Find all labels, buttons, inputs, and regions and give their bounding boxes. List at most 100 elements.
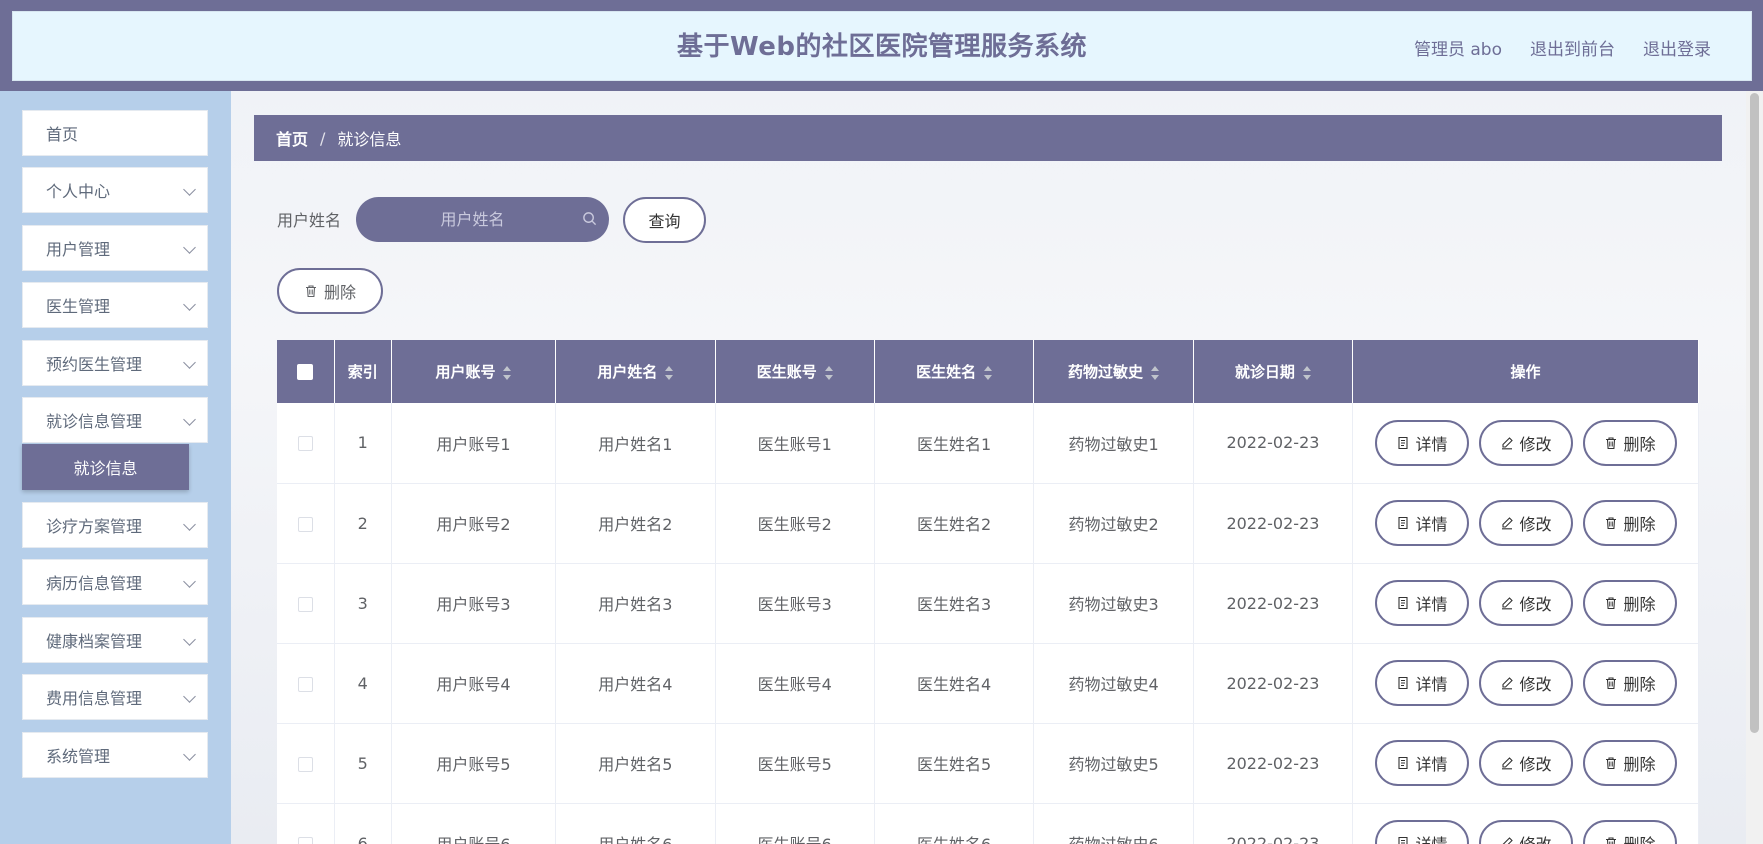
cell-doctor-account: 医生账号5 [715, 723, 875, 804]
edit-button[interactable]: 修改 [1478, 419, 1573, 466]
breadcrumb-home[interactable]: 首页 [276, 126, 308, 150]
column-header-doctor-name[interactable]: 医生姓名 [874, 340, 1035, 403]
admin-user-label[interactable]: 管理员 abo [1414, 35, 1502, 60]
table-row[interactable]: 1 用户账号1 用户姓名1 医生账号1 医生姓名1 药物过敏史1 2022-02-23 详情 修… [277, 403, 1699, 484]
edit-icon [1502, 837, 1513, 844]
top-bar: 基于Web的社区医院管理服务系统 管理员 abo 退出到前台 退出登录 [0, 0, 1763, 91]
sidebar-item-user-management[interactable]: 用户管理 [22, 225, 208, 271]
edit-button[interactable]: 修改 [1478, 660, 1573, 706]
search-label: 用户姓名 [277, 211, 342, 230]
edit-button[interactable]: 修改 [1478, 500, 1573, 546]
sort-icon[interactable] [665, 365, 674, 380]
sidebar-item-treatment-plan-management[interactable]: 诊疗方案管理 [22, 502, 208, 548]
delete-button[interactable]: 删除 [1582, 580, 1677, 626]
chevron-down-icon [183, 690, 196, 703]
delete-label: 删除 [1623, 675, 1656, 694]
sort-icon[interactable] [1302, 365, 1311, 380]
chevron-down-icon [183, 575, 196, 588]
column-header-user-name[interactable]: 用户姓名 [555, 340, 716, 403]
detail-button[interactable]: 详情 [1374, 820, 1469, 844]
logout-link[interactable]: 退出登录 [1643, 35, 1711, 60]
trash-icon [1605, 837, 1616, 844]
scrollbar[interactable] [1746, 91, 1763, 844]
row-checkbox[interactable] [297, 676, 313, 692]
column-header-doctor-account[interactable]: 医生账号 [715, 340, 875, 403]
row-checkbox[interactable] [297, 516, 313, 532]
cell-allergy: 药物过敏史6 [1033, 803, 1194, 844]
edit-button[interactable]: 修改 [1478, 580, 1573, 626]
cell-index: 5 [334, 723, 392, 804]
sidebar-item-home[interactable]: 首页 [22, 110, 208, 156]
detail-button[interactable]: 详情 [1374, 580, 1469, 626]
search-input[interactable] [356, 197, 609, 242]
select-all-checkbox[interactable] [297, 364, 314, 380]
delete-label: 删除 [1623, 595, 1656, 614]
column-header-allergy[interactable]: 药物过敏史 [1033, 340, 1194, 403]
row-checkbox[interactable] [297, 436, 313, 452]
sidebar-item-personal-center[interactable]: 个人中心 [22, 167, 208, 213]
table-row[interactable]: 5 用户账号5 用户姓名5 医生账号5 医生姓名5 药物过敏史5 2022-02-23 详情 修… [277, 723, 1699, 804]
cell-doctor-account: 医生账号2 [715, 483, 875, 564]
detail-button[interactable]: 详情 [1374, 660, 1469, 706]
edit-label: 修改 [1519, 755, 1552, 774]
cell-doctor-name: 医生姓名6 [874, 803, 1035, 844]
sidebar-item-fee-management[interactable]: 费用信息管理 [22, 674, 208, 720]
sidebar-subitem-visit-info[interactable]: 就诊信息 [22, 444, 189, 490]
to-front-link[interactable]: 退出到前台 [1530, 35, 1615, 60]
column-header-label: 医生姓名 [916, 363, 977, 381]
delete-button[interactable]: 删除 [1582, 820, 1677, 844]
bulk-delete-label: 删除 [323, 283, 356, 302]
edit-label: 修改 [1520, 831, 1552, 844]
sidebar-item-appointment-management[interactable]: 预约医生管理 [22, 340, 208, 386]
cell-date: 2022-02-23 [1193, 803, 1354, 844]
cell-actions: 详情 修改 删除 [1352, 723, 1699, 804]
sort-icon[interactable] [1151, 365, 1160, 380]
trash-icon [1605, 677, 1616, 690]
cell-doctor-account: 医生账号4 [715, 643, 875, 724]
sort-icon[interactable] [984, 365, 993, 380]
detail-button[interactable]: 详情 [1374, 500, 1469, 546]
delete-button[interactable]: 删除 [1582, 660, 1677, 706]
document-icon [1397, 676, 1408, 690]
row-checkbox[interactable] [297, 836, 313, 844]
cell-index: 4 [334, 643, 392, 724]
query-button[interactable]: 查询 [623, 197, 706, 243]
detail-label: 详情 [1415, 755, 1448, 774]
column-header-label: 索引 [347, 363, 378, 381]
bulk-delete-button[interactable]: 删除 [277, 268, 383, 314]
table-row[interactable]: 2 用户账号2 用户姓名2 医生账号2 医生姓名2 药物过敏史2 2022-02-23 详情 修… [277, 483, 1699, 564]
table-header: 索引 用户账号 用户姓名 医生账号 医生姓名 药物过敏史 就诊日期 操作 [277, 340, 1699, 403]
sidebar-item-medical-record-management[interactable]: 病历信息管理 [22, 559, 208, 605]
sidebar-item-system-management[interactable]: 系统管理 [22, 732, 208, 778]
scrollbar-thumb[interactable] [1750, 93, 1759, 733]
cell-doctor-name: 医生姓名2 [874, 483, 1035, 564]
sidebar-item-health-record-management[interactable]: 健康档案管理 [22, 617, 208, 663]
sort-icon[interactable] [824, 365, 833, 380]
header: 基于Web的社区医院管理服务系统 管理员 abo 退出到前台 退出登录 [12, 11, 1752, 81]
detail-label: 详情 [1415, 515, 1448, 534]
cell-actions: 详情 修改 删除 [1352, 403, 1699, 484]
column-header-date[interactable]: 就诊日期 [1193, 340, 1354, 403]
table-row[interactable]: 4 用户账号4 用户姓名4 医生账号4 医生姓名4 药物过敏史4 2022-02-23 详情 修… [277, 643, 1699, 724]
row-select-cell [277, 563, 335, 644]
table-row[interactable]: 3 用户账号3 用户姓名3 医生账号3 医生姓名3 药物过敏史3 2022-02-23 详情 修… [277, 563, 1699, 644]
cell-allergy: 药物过敏史2 [1033, 483, 1194, 564]
edit-button[interactable]: 修改 [1478, 740, 1573, 786]
chevron-down-icon [183, 298, 196, 311]
delete-button[interactable]: 删除 [1582, 419, 1677, 466]
detail-button[interactable]: 详情 [1374, 419, 1469, 466]
column-header-user-account[interactable]: 用户账号 [391, 340, 557, 403]
delete-button[interactable]: 删除 [1582, 500, 1677, 546]
cell-user-account: 用户账号1 [391, 403, 557, 484]
edit-button[interactable]: 修改 [1478, 820, 1573, 844]
row-checkbox[interactable] [297, 596, 313, 612]
sidebar-item-visit-management[interactable]: 就诊信息管理 [22, 397, 208, 443]
row-checkbox[interactable] [297, 756, 313, 772]
detail-button[interactable]: 详情 [1374, 740, 1469, 786]
sidebar-item-label: 个人中心 [46, 182, 111, 201]
delete-button[interactable]: 删除 [1582, 740, 1677, 786]
table-row[interactable]: 6用户账号6用户姓名6医生账号6医生姓名6药物过敏史62022-02-23 详情 修… [277, 803, 1699, 844]
sidebar-item-doctor-management[interactable]: 医生管理 [22, 282, 208, 328]
chevron-down-icon [183, 241, 196, 254]
sort-icon[interactable] [503, 365, 512, 380]
